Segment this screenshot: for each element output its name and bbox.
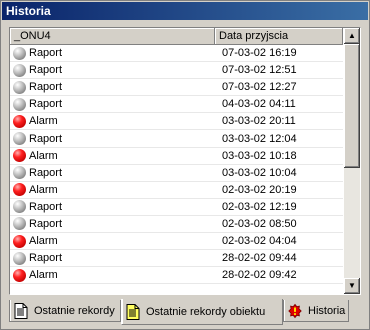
- list-header: _ONU4 Data przyjscia: [10, 28, 343, 45]
- table-row[interactable]: Raport 07-03-02 12:27: [10, 79, 343, 97]
- status-icon: [13, 268, 26, 282]
- status-icon: [13, 234, 26, 248]
- table-row[interactable]: Alarm 02-03-02 20:19: [10, 182, 343, 199]
- status-icon: [13, 200, 26, 214]
- table-row[interactable]: Alarm 28-02-02 09:42: [10, 267, 343, 285]
- row-date: 07-03-02 16:19: [222, 47, 297, 60]
- vertical-scrollbar[interactable]: ▲ ▼: [344, 28, 360, 294]
- status-icon: [13, 97, 26, 111]
- row-date: 04-03-02 04:11: [222, 98, 296, 111]
- row-type: Raport: [29, 64, 63, 77]
- row-type: Alarm: [29, 115, 58, 128]
- row-date: 03-03-02 10:18: [222, 149, 297, 162]
- table-row[interactable]: Raport 07-03-02 12:51: [10, 62, 343, 80]
- scroll-thumb[interactable]: [344, 44, 360, 168]
- document-icon: [14, 302, 28, 319]
- table-row[interactable]: Alarm 03-03-02 10:18: [10, 148, 343, 165]
- table-row[interactable]: Raport 28-02-02 09:44: [10, 250, 343, 268]
- document-icon: [126, 303, 140, 320]
- row-date: 28-02-02 09:44: [222, 252, 297, 265]
- window-title: Historia: [2, 2, 368, 20]
- status-icon: [13, 46, 26, 60]
- row-type-cell: Alarm: [10, 268, 215, 282]
- tab-historia[interactable]: Historia: [283, 300, 349, 322]
- row-date: 03-03-02 10:04: [222, 166, 297, 179]
- row-type: Alarm: [29, 235, 58, 248]
- scroll-up-button[interactable]: ▲: [344, 28, 360, 44]
- history-list[interactable]: _ONU4 Data przyjscia Raport 07-03-02 16:1…: [9, 27, 361, 295]
- column-header-date[interactable]: Data przyjscia: [215, 28, 343, 45]
- row-date: 03-03-02 20:11: [222, 115, 296, 128]
- tab-ostatnie-rekordy-obiektu[interactable]: Ostatnie rekordy obiektu: [121, 299, 283, 325]
- row-type-cell: Alarm: [10, 149, 215, 163]
- row-date: 28-02-02 09:42: [222, 269, 297, 282]
- row-type: Raport: [29, 132, 63, 145]
- status-icon: [13, 63, 26, 77]
- row-type: Raport: [29, 166, 63, 179]
- scroll-down-button[interactable]: ▼: [344, 278, 360, 294]
- table-row[interactable]: Alarm 02-03-02 04:04: [10, 233, 343, 251]
- row-type-cell: Raport: [10, 46, 215, 60]
- tab-label: Historia: [308, 304, 346, 317]
- row-type: Raport: [29, 200, 63, 213]
- row-type-cell: Raport: [10, 251, 215, 265]
- alarm-icon: [288, 303, 302, 318]
- row-date: 02-03-02 20:19: [222, 183, 297, 196]
- status-icon: [13, 149, 26, 163]
- status-icon: [13, 166, 26, 180]
- row-type: Raport: [29, 98, 63, 111]
- list-rows: Raport 07-03-02 16:19 Raport 07-03-02 12:51…: [10, 45, 343, 285]
- status-icon: [13, 217, 26, 231]
- row-type-cell: Alarm: [10, 234, 215, 248]
- table-row[interactable]: Raport 03-03-02 12:04: [10, 130, 343, 148]
- row-type-cell: Raport: [10, 200, 215, 214]
- row-type-cell: Raport: [10, 80, 215, 94]
- status-icon: [13, 114, 26, 128]
- row-type: Raport: [29, 47, 63, 60]
- row-date: 07-03-02 12:27: [222, 81, 297, 94]
- row-type: Raport: [29, 81, 63, 94]
- table-row[interactable]: Raport 03-03-02 10:04: [10, 165, 343, 182]
- table-row[interactable]: Raport 04-03-02 04:11: [10, 96, 343, 114]
- table-row[interactable]: Raport 02-03-02 08:50: [10, 216, 343, 234]
- row-type-cell: Raport: [10, 217, 215, 231]
- row-type-cell: Alarm: [10, 183, 215, 197]
- status-icon: [13, 251, 26, 265]
- tab-label: Ostatnie rekordy: [34, 304, 115, 317]
- history-window: Historia _ONU4 Data przyjscia Raport 07-0…: [0, 0, 370, 330]
- status-icon: [13, 183, 26, 197]
- row-date: 02-03-02 12:19: [222, 200, 297, 213]
- row-type-cell: Raport: [10, 166, 215, 180]
- row-type: Raport: [29, 217, 63, 230]
- row-date: 07-03-02 12:51: [222, 64, 297, 77]
- row-type-cell: Raport: [10, 97, 215, 111]
- table-row[interactable]: Alarm 03-03-02 20:11: [10, 113, 343, 131]
- table-row[interactable]: Raport 02-03-02 12:19: [10, 199, 343, 216]
- status-icon: [13, 132, 26, 146]
- row-date: 02-03-02 08:50: [222, 217, 297, 230]
- row-type: Raport: [29, 252, 63, 265]
- row-type: Alarm: [29, 183, 58, 196]
- tab-label: Ostatnie rekordy obiektu: [146, 305, 266, 318]
- row-type-cell: Raport: [10, 132, 215, 146]
- row-type: Alarm: [29, 149, 58, 162]
- row-type: Alarm: [29, 269, 58, 282]
- status-icon: [13, 80, 26, 94]
- row-type-cell: Alarm: [10, 114, 215, 128]
- row-date: 03-03-02 12:04: [222, 132, 297, 145]
- table-row[interactable]: Raport 07-03-02 16:19: [10, 45, 343, 63]
- row-date: 02-03-02 04:04: [222, 235, 297, 248]
- column-header-onu4[interactable]: _ONU4: [10, 28, 215, 45]
- row-type-cell: Raport: [10, 63, 215, 77]
- tab-ostatnie-rekordy[interactable]: Ostatnie rekordy: [9, 300, 121, 322]
